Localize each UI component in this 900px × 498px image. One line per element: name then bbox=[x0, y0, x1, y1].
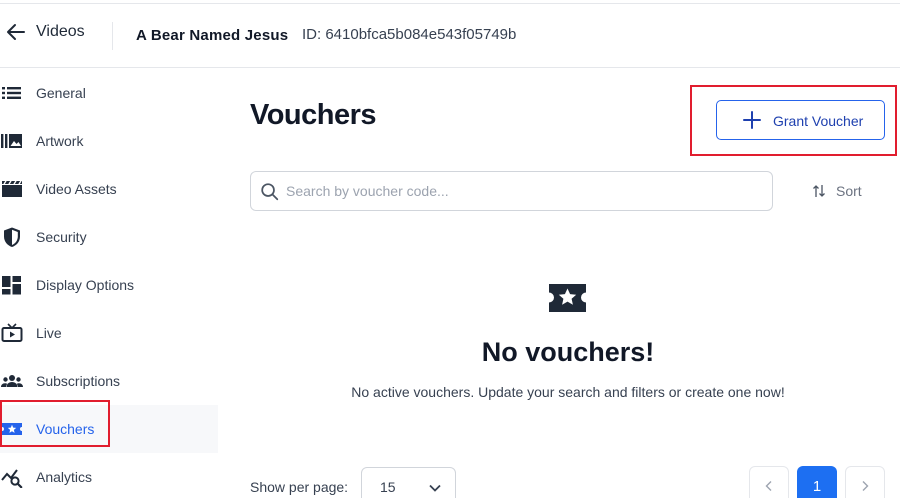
header-divider bbox=[112, 22, 113, 50]
voucher-ticket-icon bbox=[549, 284, 586, 312]
per-page-select[interactable]: 15 bbox=[361, 467, 456, 498]
sidebar-item-label: Subscriptions bbox=[36, 373, 121, 389]
sort-button[interactable]: Sort bbox=[812, 183, 862, 199]
chevron-right-icon bbox=[862, 481, 869, 491]
back-label: Videos bbox=[36, 23, 85, 40]
sidebar-item-analytics[interactable]: Analytics bbox=[0, 453, 218, 498]
grant-voucher-label: Grant Voucher bbox=[773, 113, 864, 129]
video-title: A Bear Named Jesus bbox=[136, 27, 289, 44]
chevron-down-icon bbox=[429, 484, 441, 492]
next-page-button[interactable] bbox=[845, 466, 885, 498]
voucher-icon bbox=[1, 418, 23, 440]
sidebar-item-label: Video Assets bbox=[36, 181, 117, 197]
sidebar-item-security[interactable]: Security bbox=[0, 213, 218, 261]
sidebar-item-video-assets[interactable]: Video Assets bbox=[0, 165, 218, 213]
search-box bbox=[250, 171, 773, 211]
artwork-icon bbox=[1, 130, 23, 152]
page-title: Vouchers bbox=[250, 99, 377, 131]
sidebar-item-label: Analytics bbox=[36, 469, 93, 485]
plus-icon bbox=[743, 111, 761, 129]
empty-state-title-text: No vouchers! bbox=[481, 337, 655, 367]
sidebar-item-display-options[interactable]: Display Options bbox=[0, 261, 218, 309]
sidebar-item-general[interactable]: General bbox=[0, 69, 218, 117]
per-page-label: Show per page: bbox=[250, 479, 349, 495]
sidebar-item-label: General bbox=[36, 85, 86, 101]
shield-icon bbox=[1, 226, 23, 248]
chevron-left-icon bbox=[765, 481, 772, 491]
empty-state-title: No vouchers! bbox=[0, 337, 900, 368]
sidebar-item-label: Artwork bbox=[36, 133, 84, 149]
page-header: Videos A Bear Named Jesus ID: 6410bfca5b… bbox=[0, 4, 900, 68]
analytics-icon bbox=[1, 466, 23, 488]
sidebar-item-artwork[interactable]: Artwork bbox=[0, 117, 218, 165]
page-button-current[interactable]: 1 bbox=[797, 466, 837, 498]
people-icon bbox=[1, 370, 23, 392]
sidebar: General Artwork Video Assets Security Di… bbox=[0, 69, 218, 498]
clapperboard-icon bbox=[1, 178, 23, 200]
sidebar-item-label: Display Options bbox=[36, 277, 135, 293]
back-to-videos-link[interactable]: Videos bbox=[6, 22, 85, 42]
sidebar-item-label: Vouchers bbox=[36, 421, 95, 437]
sidebar-item-vouchers[interactable]: Vouchers bbox=[0, 405, 218, 453]
dashboard-icon bbox=[1, 274, 23, 296]
search-input[interactable] bbox=[286, 181, 756, 201]
search-icon bbox=[261, 183, 279, 201]
sort-label: Sort bbox=[836, 183, 862, 199]
sort-arrows-icon bbox=[813, 185, 825, 197]
grant-voucher-button[interactable]: Grant Voucher bbox=[716, 100, 885, 140]
list-icon bbox=[1, 82, 23, 104]
per-page-value: 15 bbox=[380, 479, 396, 495]
previous-page-button[interactable] bbox=[749, 466, 789, 498]
empty-state-subtitle: No active vouchers. Update your search a… bbox=[351, 384, 785, 400]
arrow-left-icon bbox=[7, 24, 25, 40]
sidebar-item-label: Security bbox=[36, 229, 87, 245]
video-id: ID: 6410bfca5b084e543f05749b bbox=[302, 26, 517, 43]
